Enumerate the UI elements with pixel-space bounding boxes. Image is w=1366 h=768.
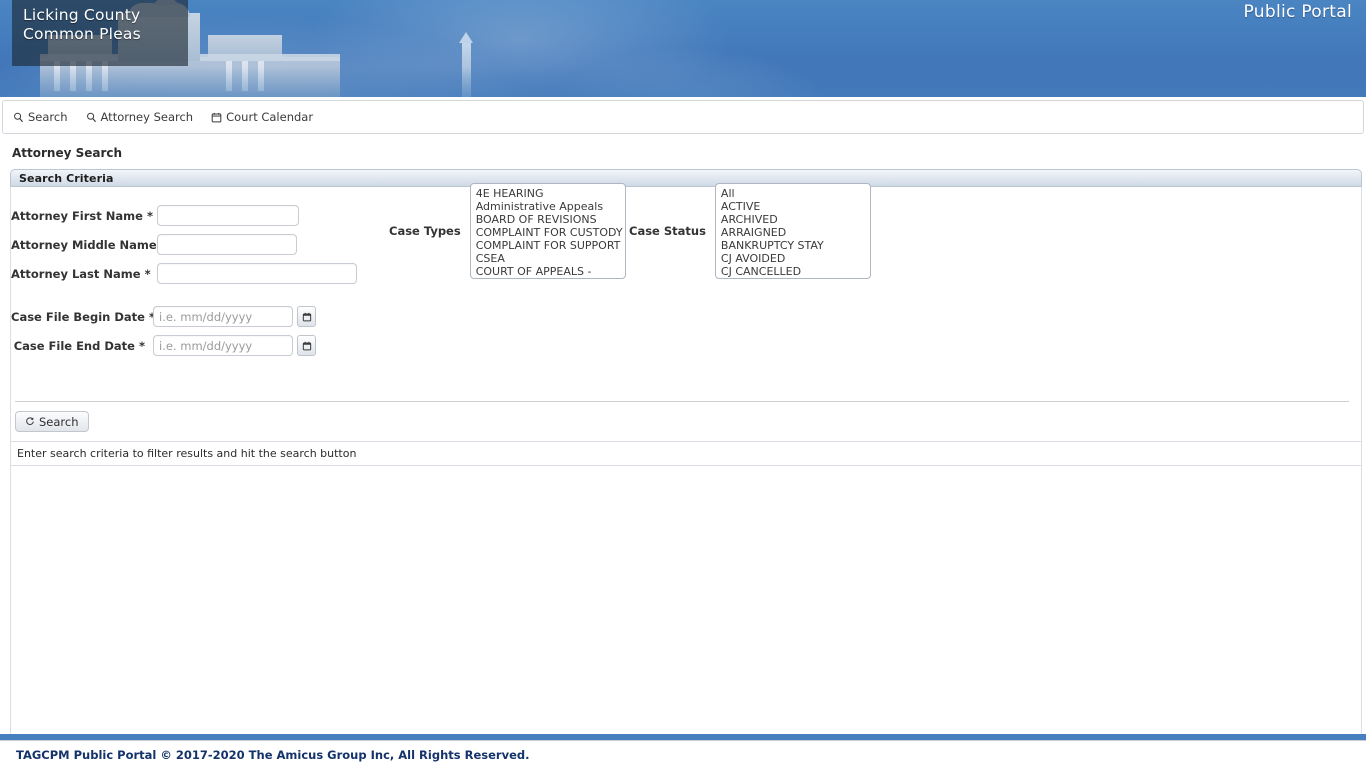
attorney-last-name-input[interactable] <box>157 263 357 284</box>
search-icon <box>13 112 24 123</box>
main-navigation: Search Attorney Search Court Calendar <box>2 100 1364 134</box>
list-item[interactable]: COMPLAINT FOR CUSTODY <box>471 226 625 239</box>
first-name-label: Attorney First Name * <box>11 208 153 223</box>
page-body: Search Attorney Search Court Calendar At… <box>0 100 1366 744</box>
list-item[interactable]: COURT OF APPEALS - <box>471 265 625 278</box>
list-item[interactable]: ARCHIVED <box>716 213 870 226</box>
site-title-box: Licking County Common Pleas <box>12 0 188 66</box>
begin-date-calendar-button[interactable] <box>297 306 316 327</box>
nav-item-label: Search <box>28 110 68 124</box>
refresh-icon <box>25 415 35 429</box>
last-name-label: Attorney Last Name * <box>11 266 151 281</box>
site-title-line-2: Common Pleas <box>23 25 141 43</box>
field-row-last-name: Attorney Last Name * <box>11 259 357 288</box>
nav-item-attorney-search[interactable]: Attorney Search <box>86 110 194 124</box>
list-item[interactable]: ARRAIGNED <box>716 226 870 239</box>
case-file-date-fields: Case File Begin Date * Case File End Dat… <box>11 302 316 360</box>
search-criteria-panel: Attorney First Name * Attorney Middle Na… <box>10 183 1362 442</box>
calendar-icon <box>302 336 312 355</box>
list-item[interactable]: BANKRUPTCY STAY <box>716 239 870 252</box>
case-file-end-date-input[interactable] <box>153 335 293 356</box>
case-types-listbox[interactable]: 4E HEARING Administrative Appeals BOARD … <box>469 183 626 279</box>
results-area <box>10 466 1362 744</box>
search-button-label: Search <box>39 414 79 429</box>
status-message: Enter search criteria to filter results … <box>17 447 357 460</box>
calendar-icon <box>211 112 222 123</box>
list-item[interactable]: 4E HEARING <box>471 187 625 200</box>
list-item[interactable]: BOARD OF REVISIONS <box>471 213 625 226</box>
portal-label: Public Portal <box>1243 2 1352 22</box>
search-button[interactable]: Search <box>15 411 89 432</box>
footer: TAGCPM Public Portal © 2017-2020 The Ami… <box>0 740 1366 768</box>
end-date-label: Case File End Date * <box>13 338 145 353</box>
list-item[interactable]: CJ CANCELLED <box>716 265 870 278</box>
nav-item-court-calendar[interactable]: Court Calendar <box>211 110 313 124</box>
nav-item-search[interactable]: Search <box>13 110 68 124</box>
attorney-name-fields: Attorney First Name * Attorney Middle Na… <box>11 201 357 288</box>
field-row-first-name: Attorney First Name * <box>11 201 357 230</box>
case-types-block: Case Types 4E HEARING Administrative App… <box>389 183 626 279</box>
list-item[interactable]: COMPLAINT FOR SUPPORT <box>471 239 625 252</box>
end-date-calendar-button[interactable] <box>297 335 316 356</box>
begin-date-label: Case File Begin Date * <box>11 309 155 324</box>
site-title-line-1: Licking County <box>23 6 141 24</box>
page-title: Attorney Search <box>12 146 123 160</box>
case-file-begin-date-input[interactable] <box>153 306 293 327</box>
search-criteria-title: Search Criteria <box>19 171 114 185</box>
status-message-bar: Enter search criteria to filter results … <box>10 442 1362 466</box>
middle-name-label: Attorney Middle Name <box>11 237 157 252</box>
list-item[interactable]: CSEA <box>471 252 625 265</box>
nav-item-label: Attorney Search <box>100 110 194 124</box>
case-status-listbox[interactable]: All ACTIVE ARCHIVED ARRAIGNED BANKRUPTCY… <box>714 183 871 279</box>
field-row-middle-name: Attorney Middle Name <box>11 230 357 259</box>
divider <box>15 401 1349 402</box>
list-item[interactable]: Administrative Appeals <box>471 200 625 213</box>
list-item[interactable]: CJ AVOIDED <box>716 252 870 265</box>
field-row-end-date: Case File End Date * <box>11 331 316 360</box>
site-banner: Licking County Common Pleas Public Porta… <box>0 0 1366 97</box>
calendar-icon <box>302 307 312 326</box>
list-item[interactable]: ACTIVE <box>716 200 870 213</box>
attorney-first-name-input[interactable] <box>157 205 299 226</box>
search-icon <box>86 112 97 123</box>
case-status-label: Case Status <box>629 224 706 238</box>
field-row-begin-date: Case File Begin Date * <box>11 302 316 331</box>
footer-copyright: TAGCPM Public Portal © 2017-2020 The Ami… <box>16 747 530 762</box>
case-types-label: Case Types <box>389 224 461 238</box>
attorney-middle-name-input[interactable] <box>157 234 297 255</box>
list-item[interactable]: All <box>716 187 870 200</box>
nav-item-label: Court Calendar <box>226 110 314 124</box>
banner-fade-overlay <box>0 67 1366 97</box>
case-status-block: Case Status All ACTIVE ARCHIVED ARRAIGNE… <box>629 183 871 279</box>
